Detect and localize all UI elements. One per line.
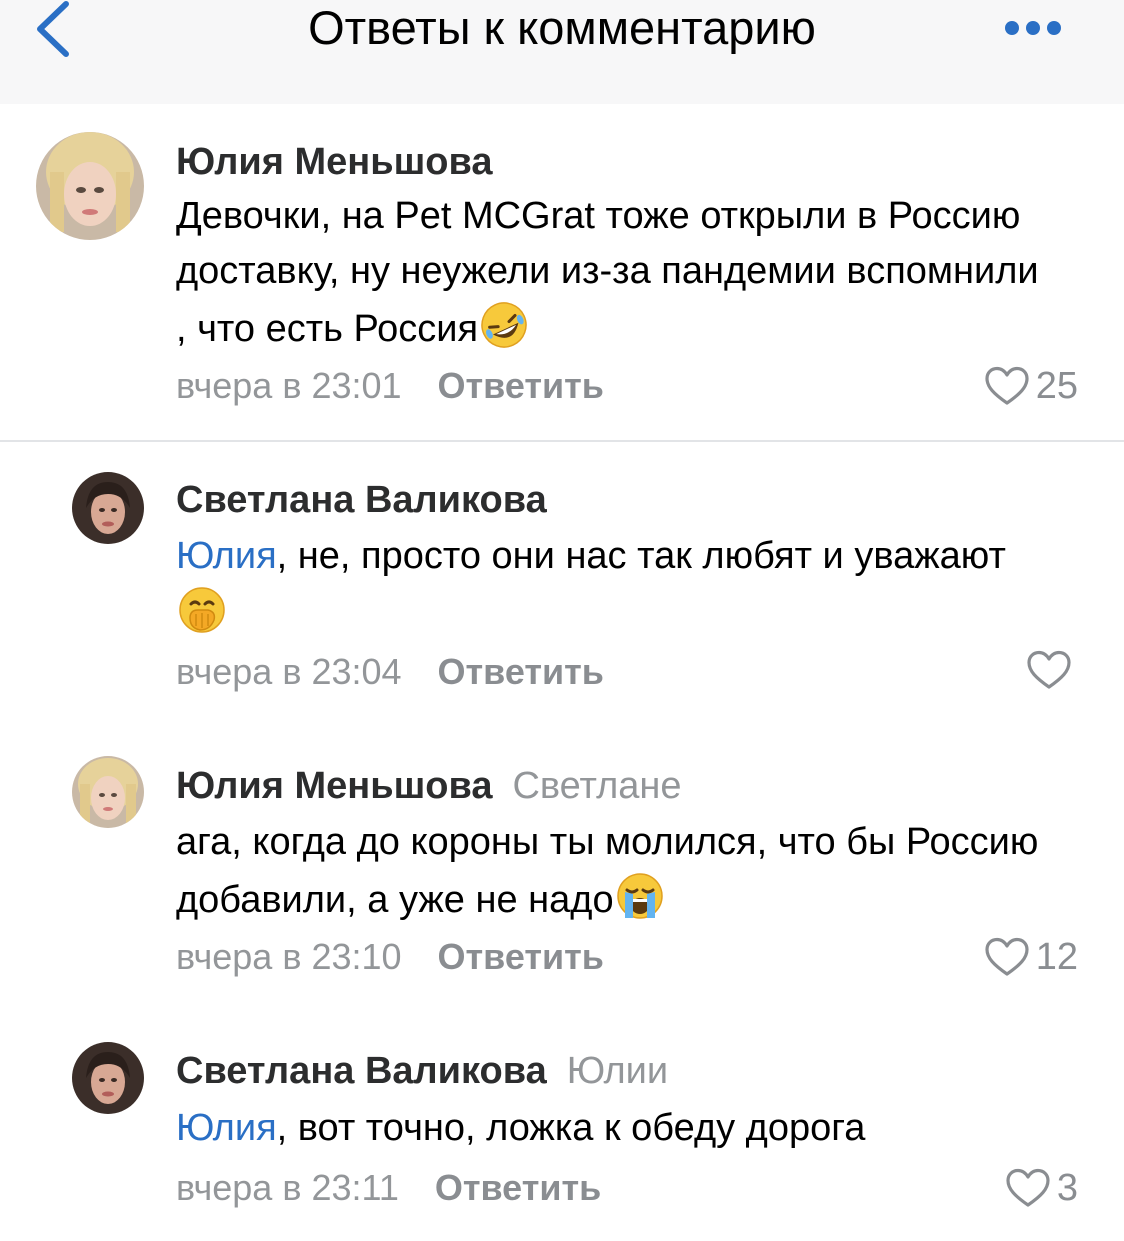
- like-button[interactable]: 3: [1005, 1166, 1078, 1210]
- comment-text: Юлия, вот точно, ложка к обеду дорога: [176, 1101, 1056, 1156]
- author-name[interactable]: Светлана Валикова: [176, 1050, 547, 1092]
- page-title: Ответы к комментарию: [308, 1, 816, 54]
- reply-to-label[interactable]: Юлии: [567, 1050, 668, 1092]
- like-count: 12: [1035, 936, 1078, 978]
- like-count: 3: [1056, 1167, 1078, 1209]
- comment-author[interactable]: Юлия Меньшова Светлане: [176, 764, 682, 808]
- more-dots-icon: [1005, 21, 1061, 35]
- comment-author[interactable]: Светлана Валикова Юлии: [176, 1049, 668, 1093]
- reply-button[interactable]: Ответить: [438, 651, 604, 692]
- author-name[interactable]: Юлия Меньшова: [176, 141, 492, 183]
- comment-meta: вчера в 23:11 Ответить: [176, 1166, 601, 1210]
- mention-link[interactable]: Юлия: [176, 535, 277, 577]
- comment-text: Девочки, на Pet MCGrat тоже открыли в Ро…: [176, 189, 1056, 357]
- reply-button[interactable]: Ответить: [438, 365, 604, 406]
- heart-outline-icon: [1006, 1168, 1050, 1207]
- heart-outline-icon: [985, 937, 1029, 976]
- face-with-hand-over-mouth-emoji: [176, 584, 228, 636]
- comment-meta: вчера в 23:10 Ответить: [176, 935, 604, 979]
- like-button[interactable]: 12: [984, 935, 1078, 979]
- avatar[interactable]: [36, 132, 144, 240]
- avatar[interactable]: [72, 756, 144, 828]
- like-button[interactable]: 25: [984, 364, 1078, 408]
- thread-divider: [0, 440, 1124, 442]
- author-name[interactable]: Светлана Валикова: [176, 479, 547, 521]
- rolling-on-floor-laughing-emoji: [478, 299, 530, 351]
- comment-time: вчера в 23:10: [176, 936, 402, 977]
- comment-author[interactable]: Светлана Валикова: [176, 478, 547, 522]
- author-name[interactable]: Юлия Меньшова: [176, 765, 492, 807]
- comment-text: ага, когда до короны ты молился, что бы …: [176, 815, 1056, 928]
- navigation-header: Ответы к комментарию: [0, 0, 1124, 104]
- loudly-crying-face-emoji: [614, 870, 666, 922]
- heart-outline-icon: [1027, 650, 1071, 689]
- comment-body: ага, когда до короны ты молился, что бы …: [176, 821, 1039, 921]
- avatar[interactable]: [72, 1042, 144, 1114]
- like-button[interactable]: [1026, 650, 1078, 690]
- reply-button[interactable]: Ответить: [438, 936, 604, 977]
- comment-time: вчера в 23:11: [176, 1167, 399, 1208]
- comment-author[interactable]: Юлия Меньшова: [176, 140, 492, 184]
- comment-time: вчера в 23:04: [176, 651, 402, 692]
- comment-text: Юлия, не, просто они нас так любят и ува…: [176, 529, 1056, 642]
- comment-time: вчера в 23:01: [176, 365, 402, 406]
- heart-outline-icon: [985, 366, 1029, 405]
- comment-meta: вчера в 23:01 Ответить: [176, 364, 604, 408]
- reply-to-label[interactable]: Светлане: [512, 765, 681, 807]
- comment-meta: вчера в 23:04 Ответить: [176, 650, 604, 694]
- like-count: 25: [1035, 365, 1078, 407]
- comment-body: , не, просто они нас так любят и уважают: [276, 535, 1006, 577]
- comment-body: Девочки, на Pet MCGrat тоже открыли в Ро…: [176, 195, 1039, 350]
- mention-link[interactable]: Юлия: [176, 1107, 277, 1149]
- reply-button[interactable]: Ответить: [435, 1167, 601, 1208]
- avatar[interactable]: [72, 472, 144, 544]
- comment-body: , вот точно, ложка к обеду дорога: [276, 1107, 866, 1149]
- more-options-button[interactable]: [1000, 14, 1066, 42]
